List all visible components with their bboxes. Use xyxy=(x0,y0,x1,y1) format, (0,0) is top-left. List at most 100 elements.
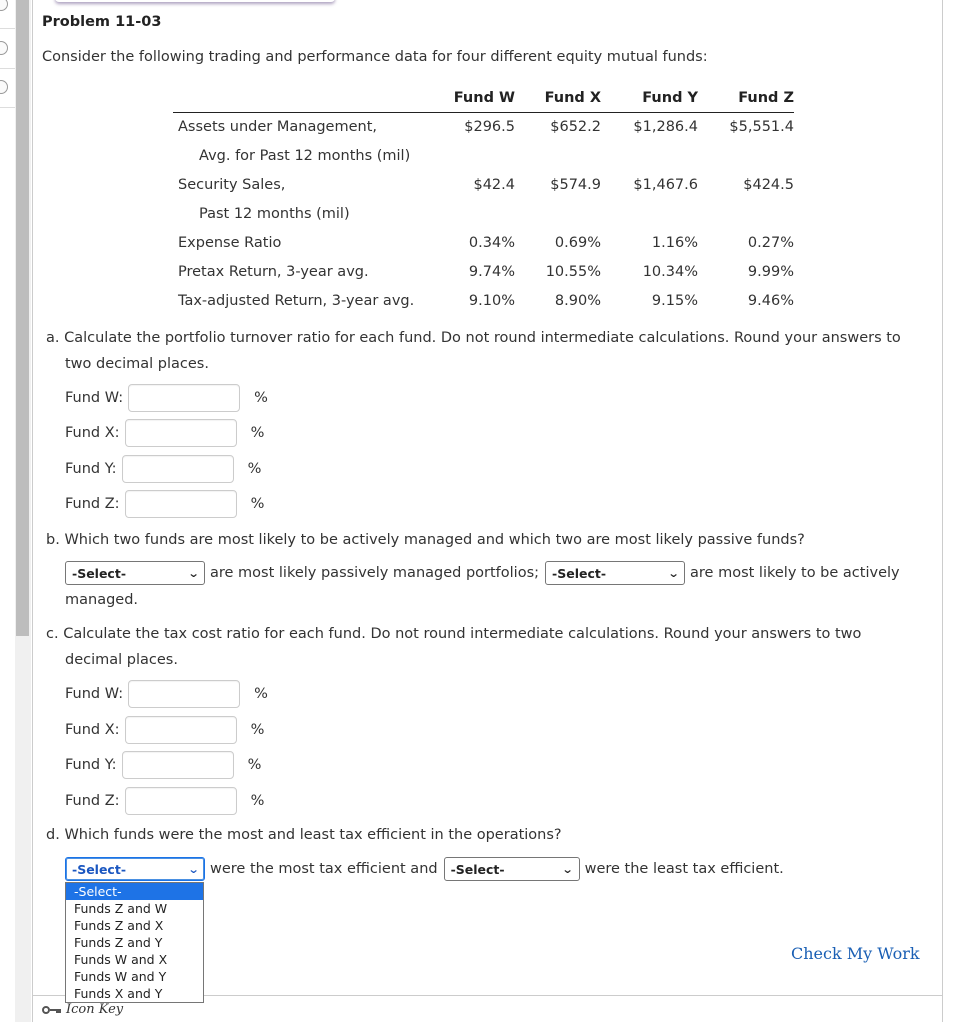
part-c-field-z: Fund Z: % xyxy=(65,787,264,815)
problem-title: Problem 11-03 xyxy=(42,14,162,30)
part-b-answer-line: -Select- ⌄ are most likely passively man… xyxy=(65,561,900,585)
divider xyxy=(0,28,15,29)
part-b-prefix: b. xyxy=(46,532,65,548)
part-b-text3: managed. xyxy=(65,592,139,608)
percent-unit: % xyxy=(254,686,268,702)
passive-funds-select[interactable]: -Select- ⌄ xyxy=(65,561,205,585)
part-a-field-y: Fund Y: % xyxy=(65,455,261,483)
problem-intro: Consider the following trading and perfo… xyxy=(42,49,708,65)
tax-cost-fund-x-input[interactable] xyxy=(124,716,237,744)
row-label: Tax-adjusted Return, 3-year avg. xyxy=(178,292,415,309)
chevron-down-icon: ⌄ xyxy=(187,566,200,580)
chevron-down-icon: ⌄ xyxy=(187,862,200,876)
table-cell: $424.5 xyxy=(743,176,794,193)
tax-cost-fund-y-input[interactable] xyxy=(121,751,234,779)
panel-border xyxy=(942,0,943,1022)
field-label: Fund X: xyxy=(65,425,120,441)
tax-cost-fund-w-input[interactable] xyxy=(128,680,241,708)
row-label: Pretax Return, 3-year avg. xyxy=(178,263,369,280)
tax-cost-fund-z-input[interactable] xyxy=(124,787,237,815)
select-value: -Select- xyxy=(72,861,127,877)
table-cell: $652.2 xyxy=(550,118,601,135)
top-toolbar-edge xyxy=(55,0,335,2)
part-d-text1: were the most tax efficient and xyxy=(210,861,438,877)
part-c-line1: Calculate the tax cost ratio for each fu… xyxy=(63,626,862,642)
dropdown-option[interactable]: Funds W and Y xyxy=(66,968,203,985)
most-tax-efficient-select[interactable]: -Select- ⌄ xyxy=(65,857,205,881)
part-c-line2: decimal places. xyxy=(65,652,178,668)
table-row: Tax-adjusted Return, 3-year avg. 9.10% 8… xyxy=(173,286,794,315)
table-row: Expense Ratio 0.34% 0.69% 1.16% 0.27% xyxy=(173,228,794,257)
part-d-question: d. Which funds were the most and least t… xyxy=(46,822,562,848)
divider xyxy=(0,68,15,69)
dropdown-option[interactable]: -Select- xyxy=(66,883,203,900)
part-b-question: b. Which two funds are most likely to be… xyxy=(46,527,936,553)
part-d-answer-line: -Select- ⌄ were the most tax efficient a… xyxy=(65,857,784,881)
part-d-text2: were the least tax efficient. xyxy=(584,861,784,877)
table-cell: $296.5 xyxy=(464,118,515,135)
table-cell: 9.74% xyxy=(468,263,515,280)
table-cell: 9.46% xyxy=(747,292,794,309)
select-value: -Select- xyxy=(450,861,505,877)
check-my-work-link[interactable]: Check My Work xyxy=(791,944,920,963)
dropdown-option[interactable]: Funds Z and X xyxy=(66,917,203,934)
icon-key-label: Icon Key xyxy=(66,1002,124,1017)
table-cell: 0.34% xyxy=(468,234,515,251)
table-cell: 10.34% xyxy=(642,263,698,280)
scrollbar-thumb[interactable] xyxy=(16,0,29,636)
question-radio[interactable] xyxy=(0,0,8,11)
turnover-fund-y-input[interactable] xyxy=(121,455,234,483)
part-b-text1: are most likely passively managed portfo… xyxy=(210,565,540,581)
active-funds-select[interactable]: -Select- ⌄ xyxy=(545,561,686,585)
divider xyxy=(0,107,15,108)
row-label: Assets under Management, xyxy=(178,118,377,135)
percent-unit: % xyxy=(247,757,262,773)
percent-unit: % xyxy=(250,722,265,738)
table-cell: 0.27% xyxy=(747,234,794,251)
dropdown-option[interactable]: Funds W and X xyxy=(66,951,203,968)
table-cell: 9.15% xyxy=(651,292,698,309)
table-row: Pretax Return, 3-year avg. 9.74% 10.55% … xyxy=(173,257,794,286)
part-a-field-z: Fund Z: % xyxy=(65,490,264,518)
turnover-fund-x-input[interactable] xyxy=(124,419,237,447)
question-radio[interactable] xyxy=(0,41,8,55)
dropdown-option[interactable]: Funds Z and W xyxy=(66,900,203,917)
least-tax-efficient-select[interactable]: -Select- ⌄ xyxy=(443,857,580,881)
percent-unit: % xyxy=(250,793,265,809)
field-label: Fund W: xyxy=(65,390,124,406)
percent-unit: % xyxy=(250,425,265,441)
field-label: Fund X: xyxy=(65,722,120,738)
icon-key-link[interactable]: Icon Key xyxy=(42,1002,123,1017)
table-cell xyxy=(698,199,794,228)
table-cell: 8.90% xyxy=(554,292,601,309)
table-cell: $42.4 xyxy=(473,176,515,193)
table-header-cell xyxy=(173,88,443,113)
table-row: Past 12 months (mil) xyxy=(173,199,794,228)
dropdown-option[interactable]: Funds Z and Y xyxy=(66,934,203,951)
part-a-prefix: a. xyxy=(46,330,65,346)
part-c-question: c. Calculate the tax cost ratio for each… xyxy=(46,621,916,673)
table-cell: 9.10% xyxy=(468,292,515,309)
table-cell: 9.99% xyxy=(747,263,794,280)
part-d-prefix: d. xyxy=(46,827,65,843)
question-radio[interactable] xyxy=(0,80,8,94)
part-c-field-x: Fund X: % xyxy=(65,716,264,744)
turnover-fund-z-input[interactable] xyxy=(124,490,237,518)
field-label: Fund Z: xyxy=(65,496,120,512)
table-header-cell: Fund Y xyxy=(601,88,698,113)
row-label: Avg. for Past 12 months (mil) xyxy=(199,147,411,164)
table-cell: 1.16% xyxy=(651,234,698,251)
table-cell xyxy=(601,199,698,228)
fund-data-table: Fund W Fund X Fund Y Fund Z Assets under… xyxy=(173,88,794,315)
part-c-field-w: Fund W: % xyxy=(65,680,268,708)
table-cell xyxy=(443,199,515,228)
dropdown-option[interactable]: Funds X and Y xyxy=(66,985,203,1002)
percent-unit: % xyxy=(254,390,268,406)
part-b-text: Which two funds are most likely to be ac… xyxy=(64,532,805,548)
part-a-line2: two decimal places. xyxy=(65,356,209,372)
table-header-cell: Fund W xyxy=(443,88,515,113)
table-cell xyxy=(515,141,601,170)
turnover-fund-w-input[interactable] xyxy=(128,384,241,412)
part-c-field-y: Fund Y: % xyxy=(65,751,261,779)
part-a-line1: Calculate the portfolio turnover ratio f… xyxy=(64,330,901,346)
